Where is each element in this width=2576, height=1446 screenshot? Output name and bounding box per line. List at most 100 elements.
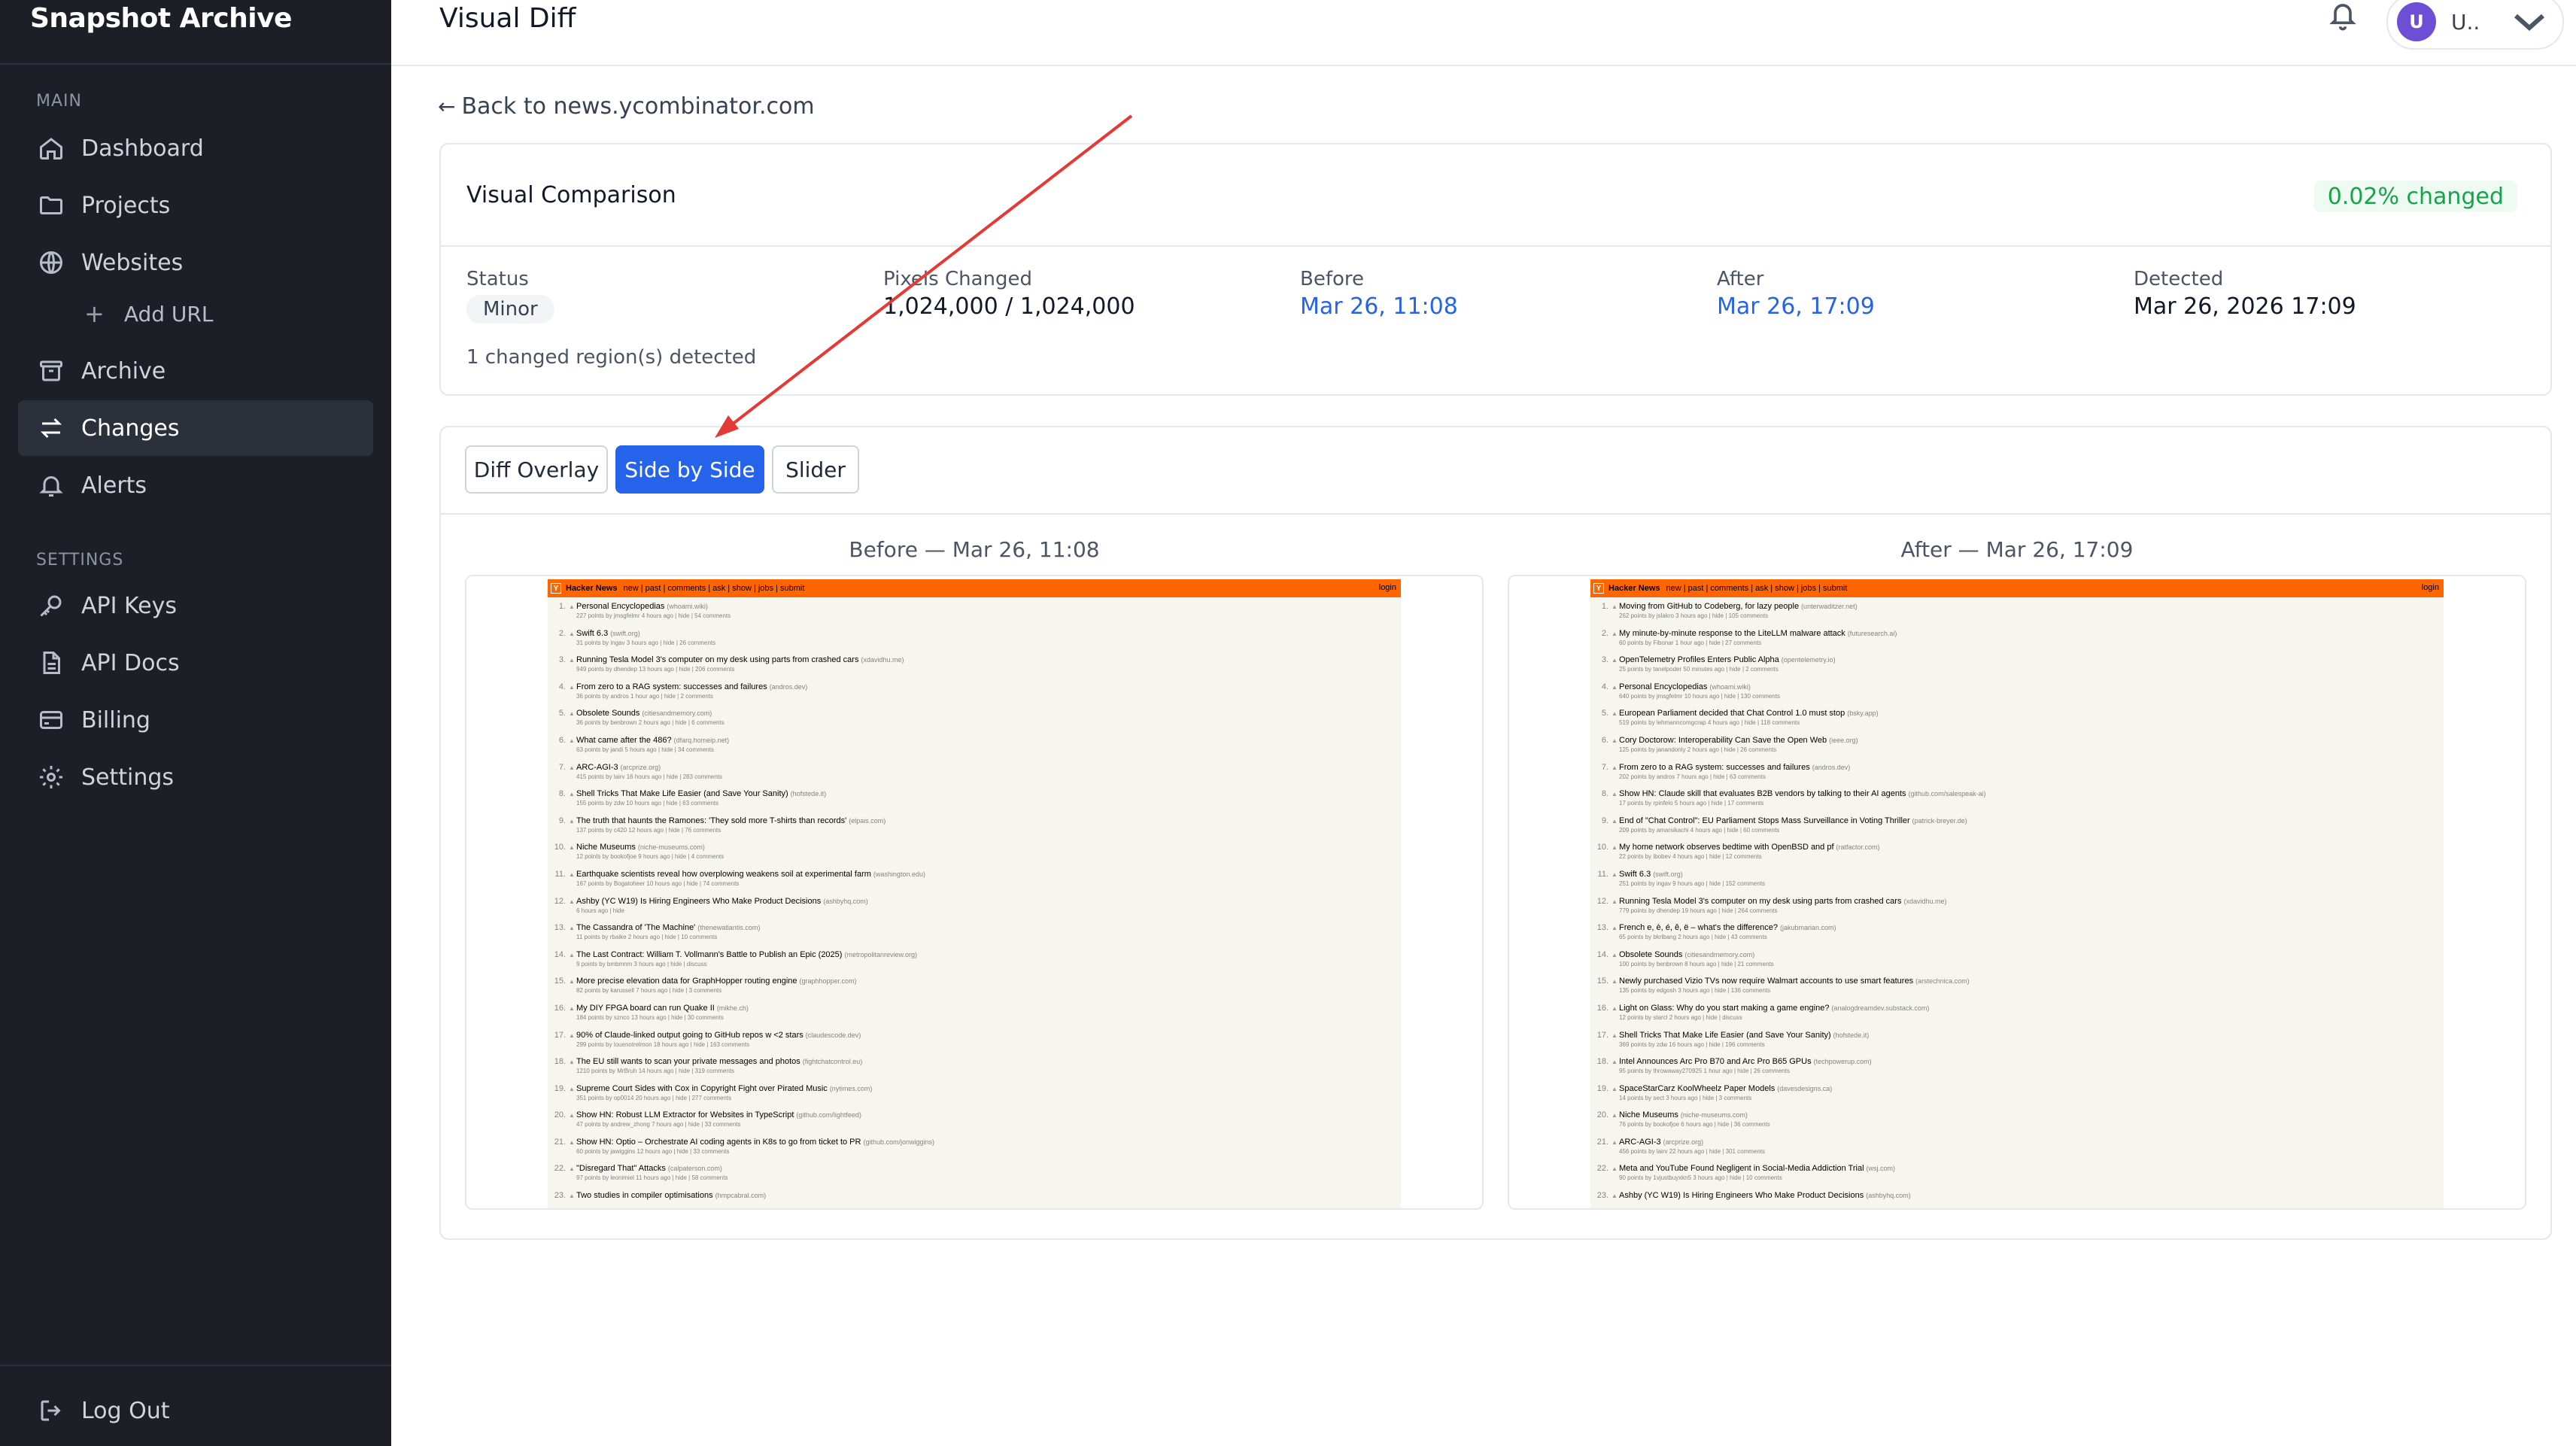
stat-label: Detected (2134, 268, 2224, 290)
logout-button[interactable]: Log Out (18, 1383, 373, 1438)
hn-rank: 21. (1596, 1137, 1608, 1147)
sidebar-item-billing[interactable]: Billing (18, 692, 373, 748)
back-link[interactable]: ← Back to news.ycombinator.com (438, 93, 815, 120)
hn-story-row: 13. ▲ The Cassandra of 'The Machine' (thene… (548, 923, 1401, 950)
hn-story-row: 15. ▲ Newly purchased Vizio TVs now requir… (1590, 977, 2444, 1004)
hn-y-logo: Y (1593, 583, 1604, 594)
hn-story-body: Light on Glass: Why do you start making … (1619, 1004, 2444, 1031)
sidebar-item-dashboard[interactable]: Dashboard (18, 120, 373, 176)
hn-story-title: Supreme Court Sides with Cox in Copyrigh… (576, 1083, 828, 1093)
hn-story-subtext: 63 points by jandi 5 hours ago | hide | … (576, 746, 714, 753)
sidebar-item-add-url[interactable]: + Add URL (84, 299, 213, 328)
hn-story-body: More precise elevation data for GraphHop… (576, 977, 1401, 1004)
hn-story-site: (davesdesigns.ca) (1777, 1084, 1833, 1092)
sidebar-item-api-keys[interactable]: API Keys (18, 578, 373, 633)
hn-rank: 23. (554, 1191, 566, 1201)
sidebar-item-websites[interactable]: Websites (18, 235, 373, 290)
hn-story-title: Moving from GitHub to Codeberg, for lazy… (1619, 602, 1800, 611)
sidebar-item-label: Projects (81, 192, 171, 219)
hn-story-body: My home network observes bedtime with Op… (1619, 843, 2444, 870)
hn-story-subtext: 1210 points by MrBruh 14 hours ago | hid… (576, 1068, 735, 1075)
upvote-icon: ▲ (569, 1138, 575, 1146)
bell-icon (36, 470, 66, 500)
hn-rank: 23. (1596, 1191, 1608, 1201)
sidebar-item-changes[interactable]: Changes (18, 400, 373, 456)
hn-story-row: 20. ▲ Niche Museums (niche-museums.com) 76 p… (1590, 1110, 2444, 1138)
hn-story-body: Swift 6.3 (swift.org) 31 points by ingav 3… (576, 629, 1401, 656)
hn-story-site: (github.com/jonwiggins) (863, 1138, 935, 1146)
stat-detected: Detected Mar 26, 2026 17:09 (2134, 268, 2356, 320)
hn-story-subtext: 36 points by benbrown 2 hours ago | hide… (576, 719, 724, 727)
after-panel-title: After — Mar 26, 17:09 (1900, 537, 2134, 562)
notifications-bell-icon[interactable] (2328, 0, 2358, 36)
before-snapshot-link[interactable]: Mar 26, 11:08 (1300, 293, 1458, 320)
hn-rank: 8. (558, 789, 566, 799)
hn-story-site: (graphhopper.com) (799, 977, 857, 986)
user-menu[interactable]: U U.. (2386, 0, 2564, 50)
hn-story-body: Ashby (YC W19) Is Hiring Engineers Who M… (576, 897, 1401, 924)
upvote-icon: ▲ (1612, 951, 1618, 958)
hn-story-subtext: 299 points by louenotrelmon 18 hours ago… (576, 1040, 750, 1048)
hn-story-body: Swift 6.3 (swift.org) 251 points by ingav … (1619, 870, 2444, 897)
hn-story-site: (thenewatlantis.com) (697, 924, 761, 932)
hn-story-subtext: 351 points by op0014 20 hours ago | hide… (576, 1094, 732, 1101)
hn-story-body: 90% of Claude-linked output going to Git… (576, 1031, 1401, 1058)
hn-rank: 10. (1596, 843, 1608, 852)
hn-story-site: (citiesandmemory.com) (642, 709, 712, 718)
hn-story-row: 10. ▲ My home network observes bedtime wit… (1590, 843, 2444, 870)
hn-story-row: 3. ▲ OpenTelemetry Profiles Enters Public … (1590, 655, 2444, 682)
upvote-icon: ▲ (1612, 1192, 1618, 1200)
hn-story-row: 22. ▲ "Disregard That" Attacks (calpaterson… (548, 1164, 1401, 1191)
hn-login: login (2421, 583, 2439, 592)
stat-after: After Mar 26, 17:09 (1717, 268, 1875, 320)
hn-rank: 21. (554, 1137, 566, 1147)
hn-rank: 6. (1601, 735, 1608, 745)
hn-story-body: ARC-AGI-3 (arcprize.org) 456 points by lai… (1619, 1138, 2444, 1165)
upvote-icon: ▲ (569, 1192, 575, 1200)
before-panel-title: Before — Mar 26, 11:08 (849, 537, 1100, 562)
hn-story-site: (whoami.wiki) (1709, 682, 1751, 691)
after-snapshot-link[interactable]: Mar 26, 17:09 (1717, 293, 1875, 320)
credit-card-icon (36, 705, 66, 735)
hn-story-title: Meta and YouTube Found Negligent in Soci… (1619, 1164, 1864, 1174)
tab-slider[interactable]: Slider (772, 445, 859, 494)
hn-story-row: 22. ▲ Meta and YouTube Found Negligent in … (1590, 1164, 2444, 1191)
sidebar-item-projects[interactable]: Projects (18, 178, 373, 233)
upvote-icon: ▲ (1612, 764, 1618, 771)
hn-story-body: Personal Encyclopedias (whoami.wiki) 640 p… (1619, 682, 2444, 709)
upvote-icon: ▲ (1612, 898, 1618, 905)
hn-story-site: (calpaterson.com) (667, 1165, 722, 1173)
brand-logo[interactable]: Snapshot Archive (30, 3, 292, 34)
sidebar-item-archive[interactable]: Archive (18, 343, 373, 399)
hn-story-body: The EU still wants to scan your private … (576, 1057, 1401, 1084)
hn-story-site: (patrick-breyer.de) (1912, 816, 1967, 825)
hn-rank: 15. (554, 977, 566, 986)
hn-story-site: (andros.dev) (1812, 763, 1851, 771)
tab-side-by-side[interactable]: Side by Side (615, 445, 764, 494)
upvote-icon: ▲ (569, 1059, 575, 1066)
hn-rank: 17. (1596, 1030, 1608, 1040)
hn-story-body: Ashby (YC W19) Is Hiring Engineers Who M… (1619, 1191, 2444, 1208)
folder-icon (36, 190, 66, 220)
hn-rank: 15. (1596, 977, 1608, 986)
after-screenshot-frame[interactable]: Y Hacker News new | past | comments | as… (1508, 575, 2526, 1210)
upvote-icon: ▲ (569, 630, 575, 637)
hn-story-site: (github.com/salespeak-ai) (1908, 790, 1986, 798)
hn-story-body: OpenTelemetry Profiles Enters Public Alp… (1619, 655, 2444, 682)
hn-rank: 18. (1596, 1057, 1608, 1067)
stat-label: After (1717, 268, 1764, 290)
hn-story-subtext: 65 points by bkrlbang 2 hours ago | hide… (1619, 934, 1767, 941)
hn-story-title: End of "Chat Control": EU Parliament Sto… (1619, 816, 1910, 825)
upvote-icon: ▲ (569, 1004, 575, 1012)
hn-story-site: (mikhe.ch) (716, 1004, 749, 1012)
tab-diff-overlay[interactable]: Diff Overlay (465, 445, 608, 494)
sidebar-item-api-docs[interactable]: API Docs (18, 635, 373, 691)
sidebar-item-settings[interactable]: Settings (18, 749, 373, 805)
sidebar-item-alerts[interactable]: Alerts (18, 457, 373, 513)
hn-story-row: 9. ▲ The truth that haunts the Ramones: 'T… (548, 816, 1401, 843)
hn-rank: 8. (1601, 789, 1608, 799)
hn-story-site: (washington.edu) (873, 870, 925, 878)
hn-story-site: (hofstede.it) (1833, 1031, 1870, 1039)
before-screenshot-frame[interactable]: Y Hacker News new | past | comments | as… (465, 575, 1484, 1210)
hn-story-title: "Disregard That" Attacks (576, 1164, 666, 1174)
